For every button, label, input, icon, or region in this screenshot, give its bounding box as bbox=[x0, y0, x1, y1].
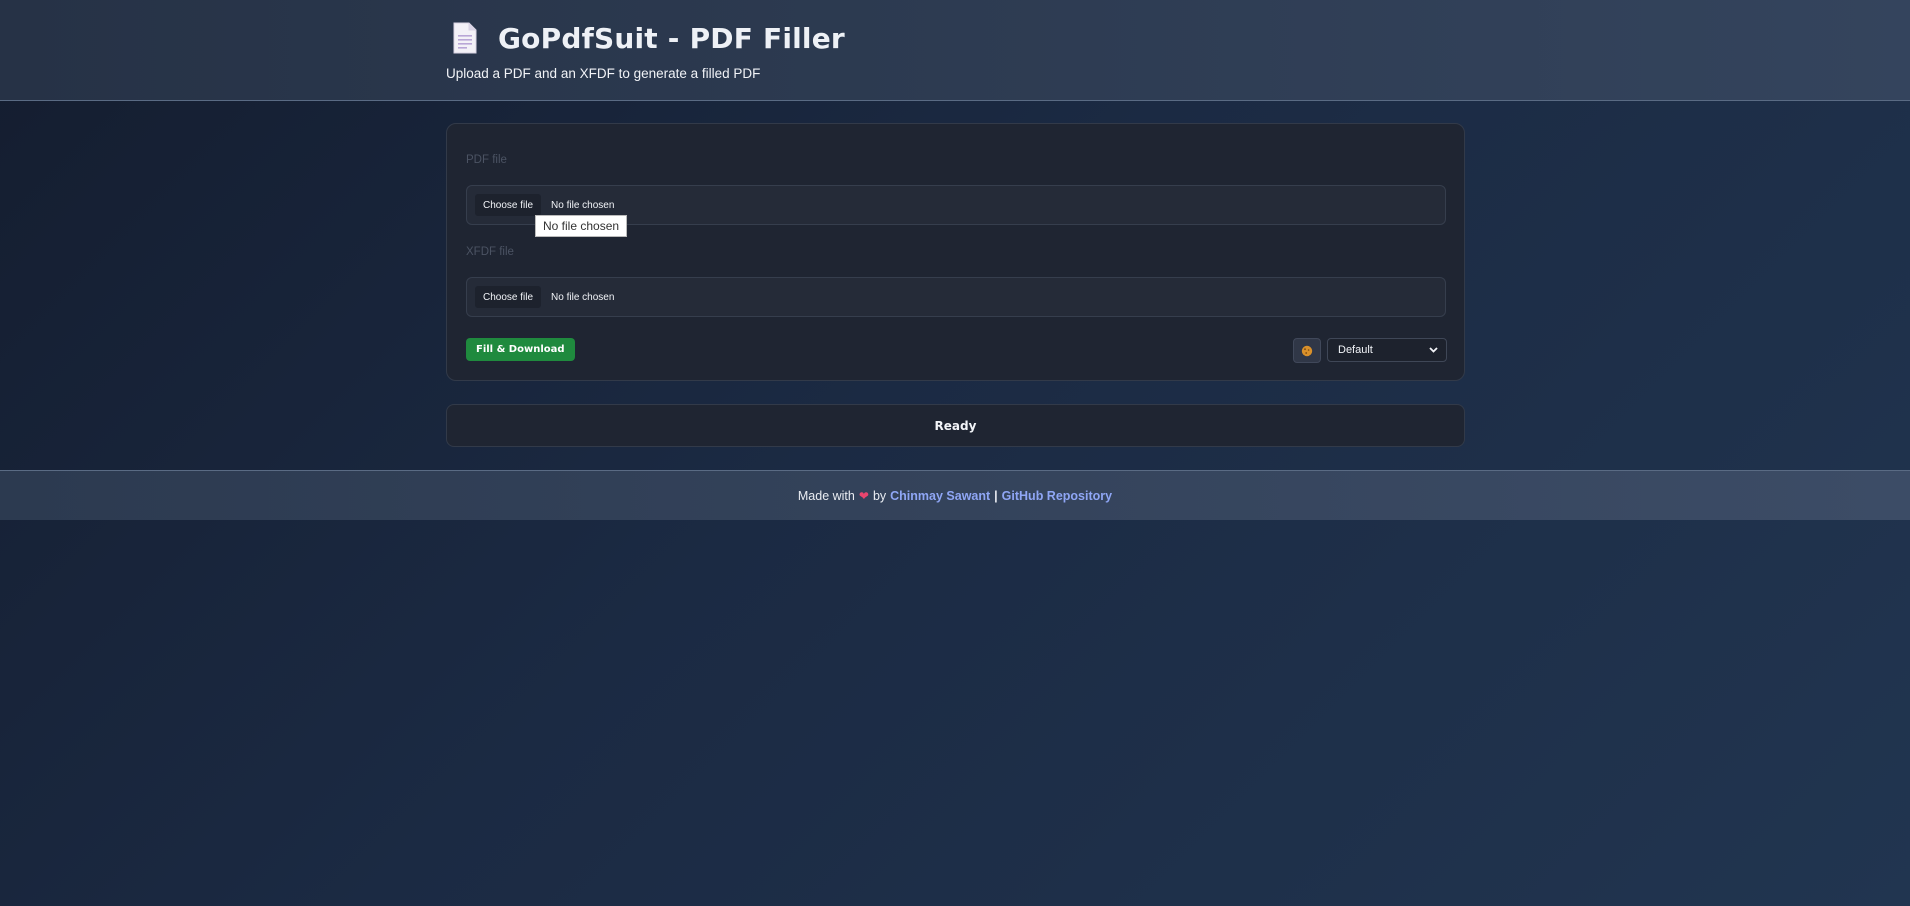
heart-icon: ❤ bbox=[858, 488, 869, 503]
xfdf-file-label: XFDF file bbox=[466, 246, 514, 258]
title-row: GoPdfSuit - PDF Filler bbox=[446, 18, 845, 58]
theme-toggle-button[interactable] bbox=[1293, 338, 1321, 363]
cookie-icon bbox=[1301, 345, 1313, 356]
theme-select-value: Default bbox=[1338, 344, 1373, 356]
author-link[interactable]: Chinmay Sawant bbox=[890, 489, 990, 503]
theme-select[interactable]: Default bbox=[1327, 338, 1447, 362]
chevron-down-icon bbox=[1429, 347, 1438, 353]
pdf-file-tooltip: No file chosen bbox=[535, 215, 628, 237]
page-header: GoPdfSuit - PDF Filler Upload a PDF and … bbox=[0, 0, 1910, 101]
footer-by: by bbox=[872, 488, 887, 503]
github-repository-link[interactable]: GitHub Repository bbox=[1002, 489, 1112, 503]
header-content: GoPdfSuit - PDF Filler Upload a PDF and … bbox=[446, 18, 845, 82]
xfdf-file-input[interactable]: Choose file No file chosen bbox=[466, 277, 1446, 317]
xfdf-file-status: No file chosen bbox=[551, 291, 615, 303]
pdf-file-label: PDF file bbox=[466, 154, 507, 166]
status-panel: Ready bbox=[446, 404, 1465, 447]
footer-made-with: Made with bbox=[797, 488, 855, 503]
fill-and-download-button[interactable]: Fill & Download bbox=[466, 338, 575, 361]
page-title: GoPdfSuit - PDF Filler bbox=[498, 21, 845, 55]
footer-separator: | bbox=[994, 488, 998, 503]
document-icon bbox=[453, 22, 477, 54]
page-footer: Made with ❤ by Chinmay Sawant | GitHub R… bbox=[0, 470, 1910, 520]
upload-form-card: PDF file Choose file No file chosen No f… bbox=[446, 123, 1465, 381]
pdf-file-status: No file chosen bbox=[551, 199, 615, 211]
page-subtitle: Upload a PDF and an XFDF to generate a f… bbox=[446, 66, 761, 81]
status-text: Ready bbox=[934, 418, 977, 433]
pdf-choose-file-button[interactable]: Choose file bbox=[475, 194, 542, 216]
xfdf-choose-file-button[interactable]: Choose file bbox=[475, 286, 542, 308]
